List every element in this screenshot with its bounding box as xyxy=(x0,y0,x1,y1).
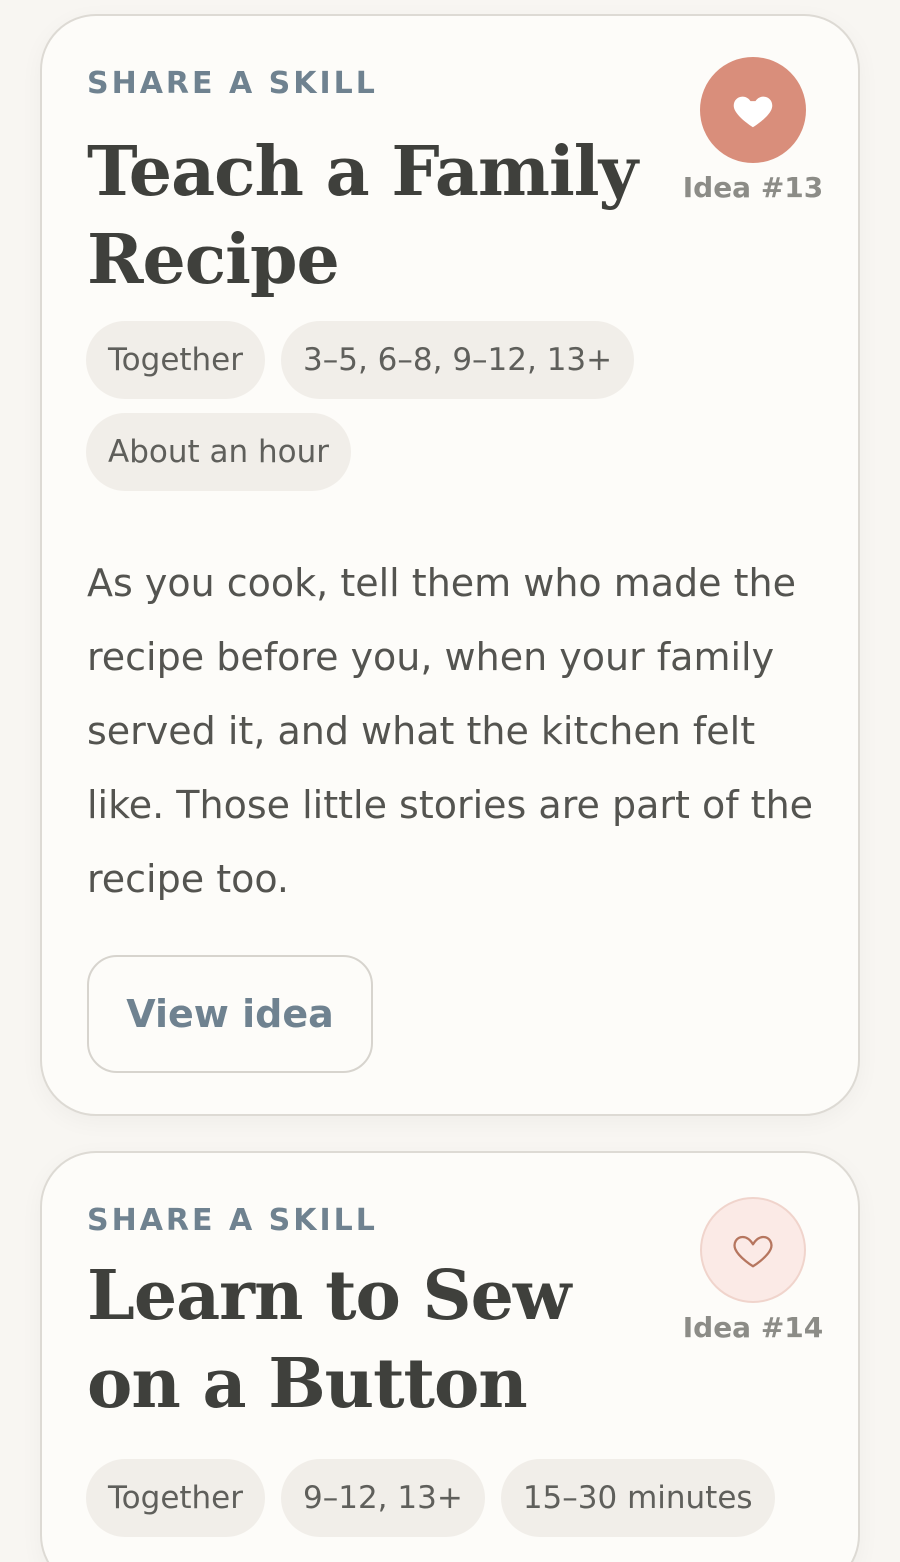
idea-number: Idea #13 xyxy=(682,171,824,204)
heart-filled-icon xyxy=(733,96,773,128)
tag-list: Together 3–5, 6–8, 9–12, 13+ About an ho… xyxy=(86,321,786,491)
category-label: SHARE A SKILL xyxy=(87,66,378,101)
favorite-button[interactable] xyxy=(700,1197,806,1303)
idea-card: SHARE A SKILL Teach a Family Recipe Idea… xyxy=(40,14,860,1116)
idea-number: Idea #14 xyxy=(682,1311,824,1344)
favorite-button[interactable] xyxy=(700,57,806,163)
heart-outline-icon xyxy=(733,1235,773,1268)
tag-participation: Together xyxy=(86,321,266,399)
tag-list: Together 9–12, 13+ 15–30 minutes xyxy=(86,1459,786,1537)
tag-duration: 15–30 minutes xyxy=(500,1459,775,1537)
idea-card: SHARE A SKILL Learn to Sew on a Button I… xyxy=(40,1151,860,1562)
idea-title: Teach a Family Recipe xyxy=(87,132,638,300)
tag-ages: 3–5, 6–8, 9–12, 13+ xyxy=(281,321,635,399)
idea-description: As you cook, tell them who made the reci… xyxy=(87,561,814,901)
category-label: SHARE A SKILL xyxy=(87,1203,378,1238)
tag-duration: About an hour xyxy=(86,413,352,491)
tag-participation: Together xyxy=(86,1459,266,1537)
idea-title: Learn to Sew on a Button xyxy=(87,1256,571,1424)
view-idea-button[interactable]: View idea xyxy=(87,955,373,1073)
tag-ages: 9–12, 13+ xyxy=(281,1459,485,1537)
